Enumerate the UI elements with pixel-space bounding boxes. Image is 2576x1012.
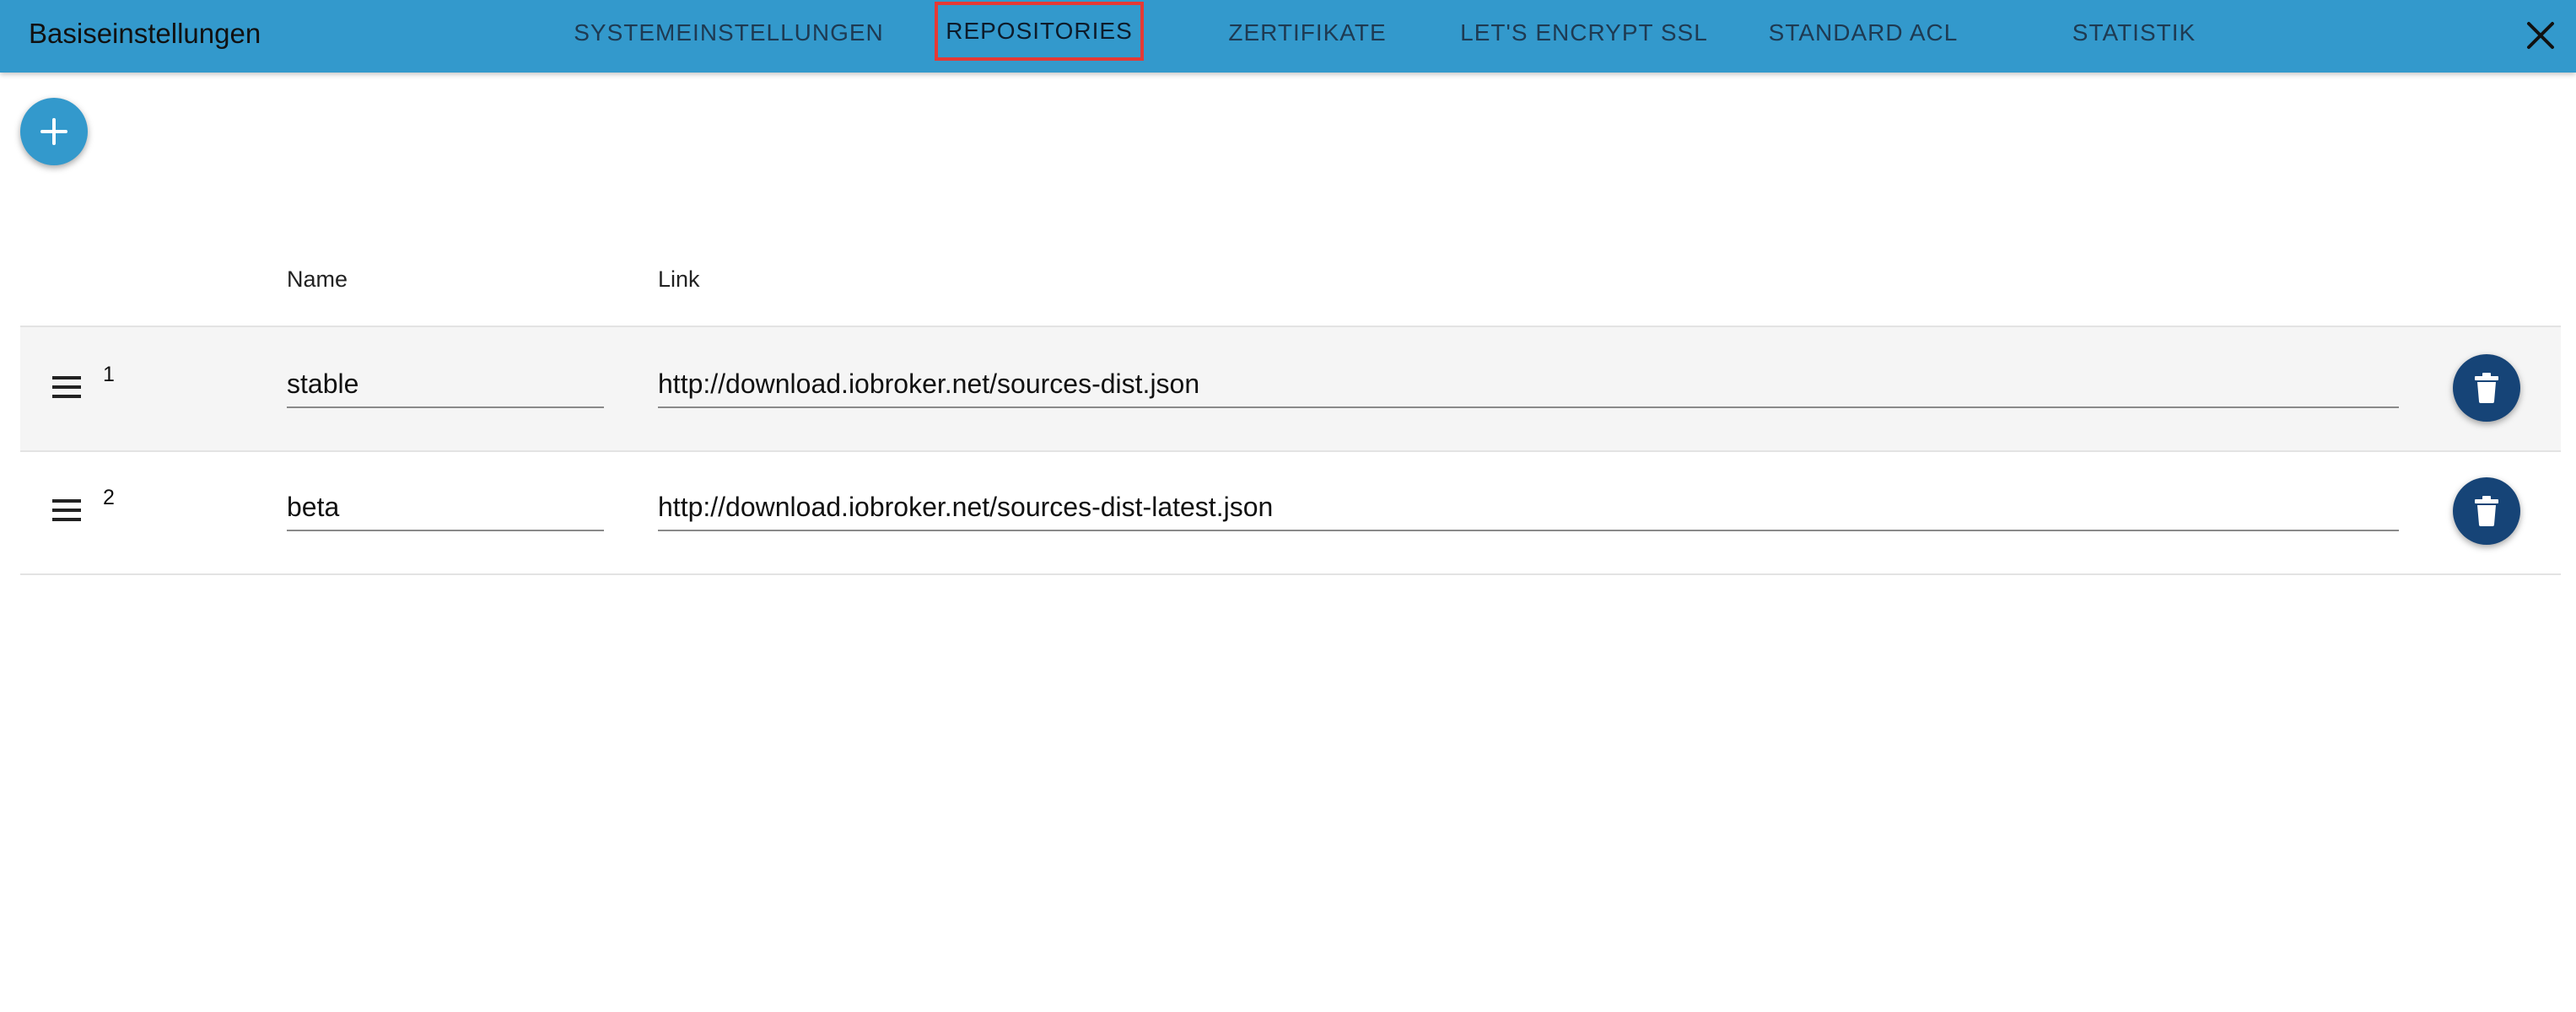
column-header-link: Link [658, 266, 700, 292]
repository-link-input[interactable]: http://download.iobroker.net/sources-dis… [658, 363, 2399, 408]
row-index: 2 [103, 486, 115, 509]
app-bar: Basiseinstellungen SYSTEMEINSTELLUNGEN R… [0, 0, 2576, 73]
column-header-name: Name [287, 266, 348, 292]
row-index: 1 [103, 363, 115, 386]
delete-repository-button[interactable] [2453, 354, 2520, 422]
delete-icon [2475, 373, 2498, 403]
plus-icon [40, 118, 67, 145]
tab-repositories[interactable]: REPOSITORIES [935, 2, 1144, 61]
tab-systemeinstellungen[interactable]: SYSTEMEINSTELLUNGEN [567, 0, 891, 66]
drag-handle-icon [52, 376, 81, 398]
tab-statistik[interactable]: STATISTIK [2033, 0, 2235, 66]
drag-handle-icon [52, 499, 81, 521]
delete-repository-button[interactable] [2453, 477, 2520, 545]
tab-lets-encrypt-ssl[interactable]: LET'S ENCRYPT SSL [1451, 0, 1717, 66]
drag-handle[interactable] [51, 374, 83, 400]
close-button[interactable] [2515, 10, 2566, 61]
repository-name-input[interactable]: beta [287, 486, 604, 531]
tab-standard-acl[interactable]: STANDARD ACL [1743, 0, 1984, 66]
add-repository-button[interactable] [20, 98, 88, 165]
tab-zertifikate[interactable]: ZERTIFIKATE [1211, 0, 1404, 66]
repository-name-input[interactable]: stable [287, 363, 604, 408]
delete-icon [2475, 496, 2498, 526]
close-icon [2527, 22, 2554, 49]
dialog-title: Basiseinstellungen [29, 18, 261, 49]
table-row: 1 stable http://download.iobroker.net/so… [20, 327, 2561, 452]
repository-link-input[interactable]: http://download.iobroker.net/sources-dis… [658, 486, 2399, 531]
table-row: 2 beta http://download.iobroker.net/sour… [20, 450, 2561, 575]
drag-handle[interactable] [51, 498, 83, 523]
